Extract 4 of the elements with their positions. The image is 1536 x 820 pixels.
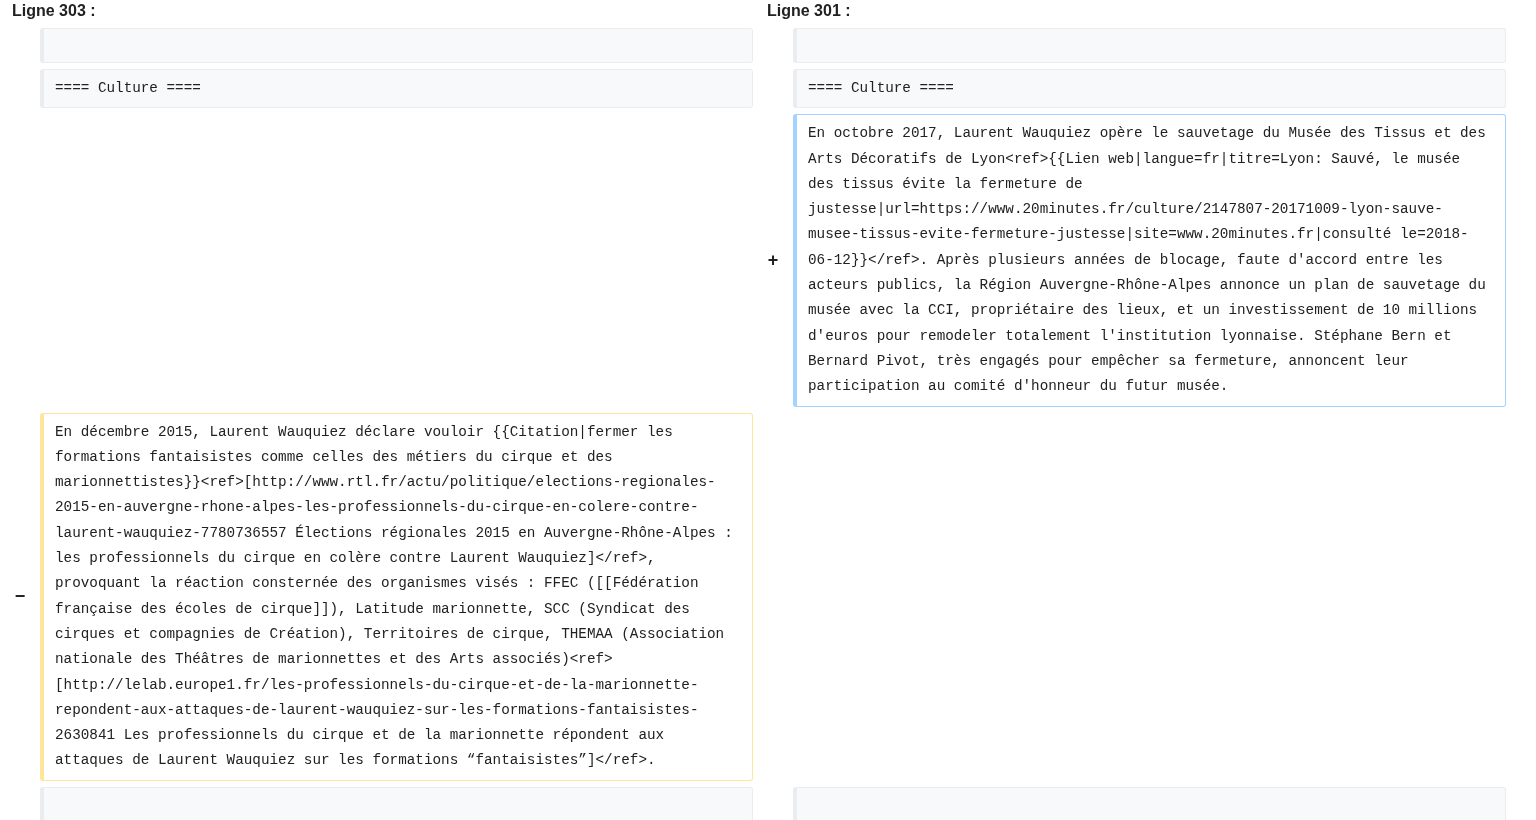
- diff-marker: +: [767, 248, 779, 272]
- line-number-heading: Ligne 301 :: [767, 1, 851, 21]
- diff-marker: −: [14, 585, 26, 609]
- line-number-heading: Ligne 303 :: [12, 1, 96, 21]
